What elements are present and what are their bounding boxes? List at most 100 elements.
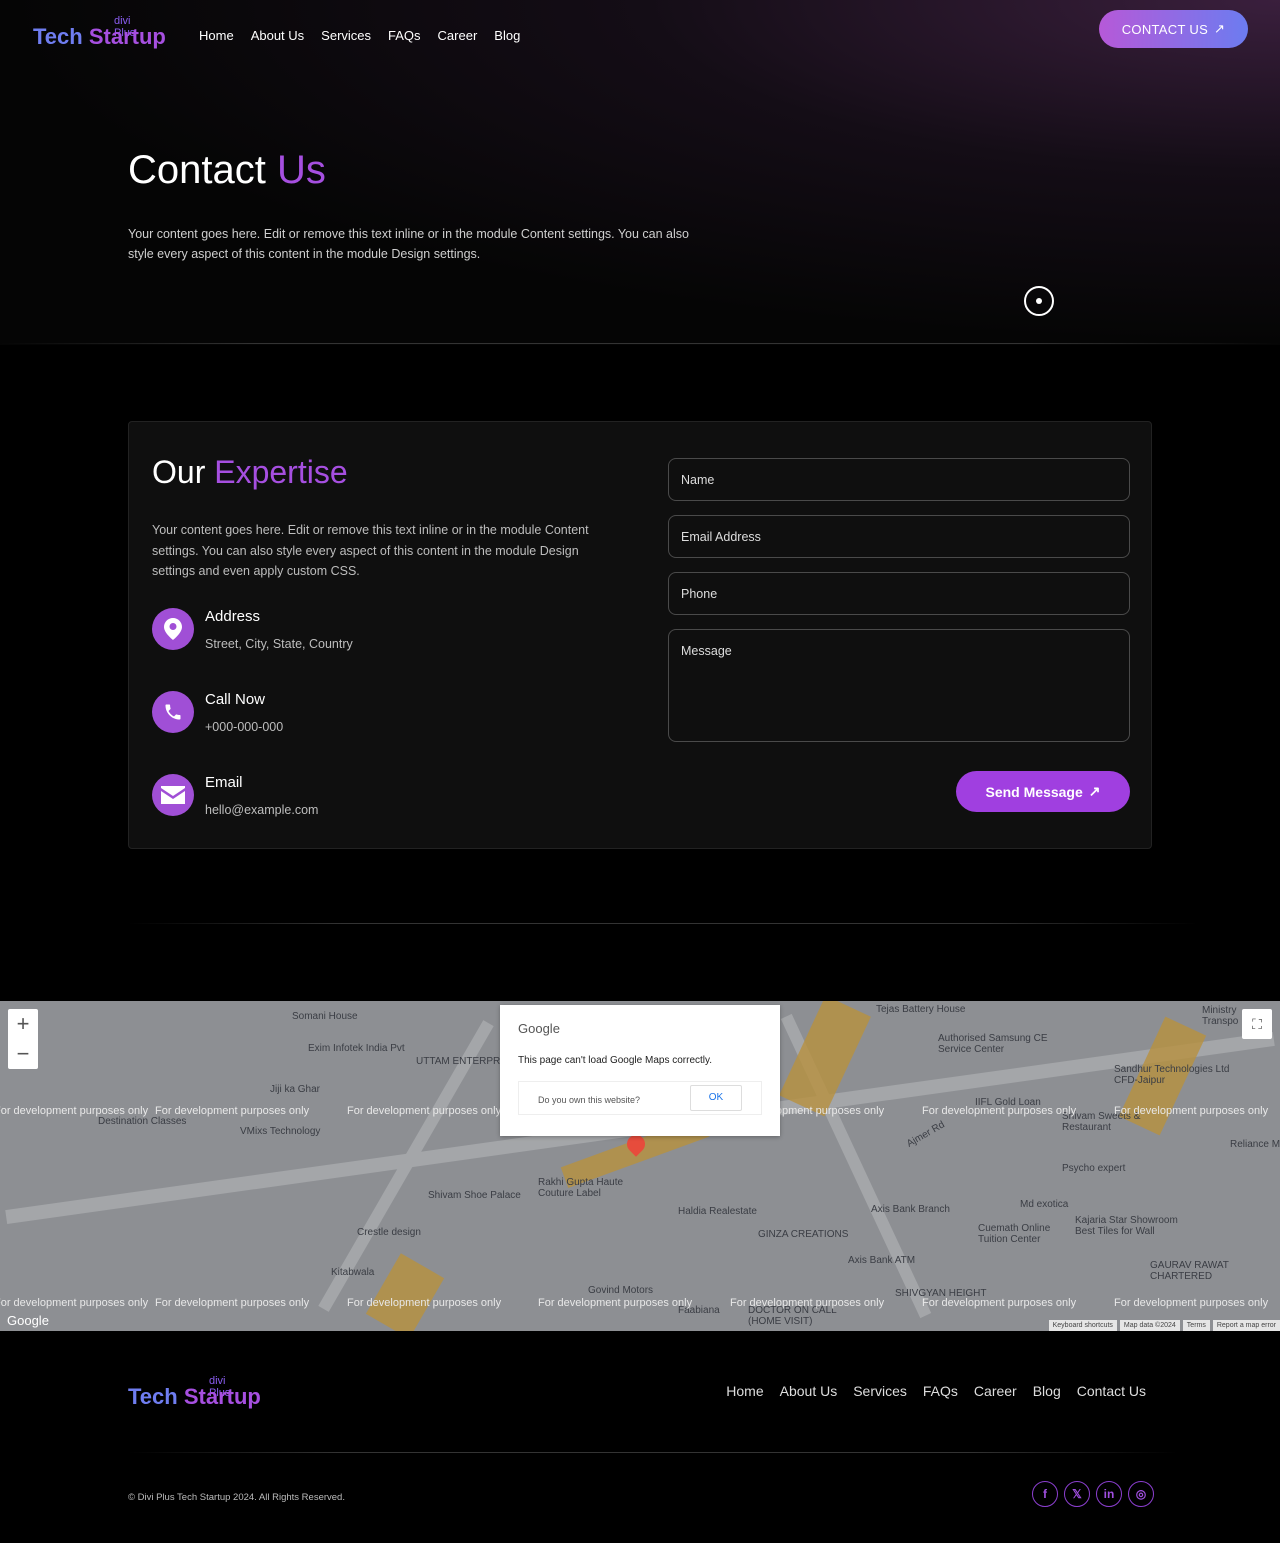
zoom-out-button[interactable]: −: [8, 1039, 38, 1069]
instagram-icon[interactable]: ◎: [1128, 1481, 1154, 1507]
scroll-indicator-icon[interactable]: [1024, 286, 1054, 316]
map-label: Haldia Realestate: [678, 1206, 757, 1217]
logo-text: Tech Startup: [128, 1384, 261, 1410]
dialog-message: This page can't load Google Maps correct…: [518, 1055, 713, 1066]
nav-services[interactable]: Services: [321, 28, 371, 43]
map-label: Psycho expert: [1062, 1163, 1126, 1174]
map-label: Sandhur Technologies Ltd CFD-Jaipur: [1114, 1064, 1230, 1086]
map-label: GAURAV RAWAT CHARTERED: [1150, 1260, 1229, 1282]
x-icon[interactable]: 𝕏: [1064, 1481, 1090, 1507]
info-email: Email hello@example.com: [152, 774, 318, 817]
info-address: Address Street, City, State, Country: [152, 608, 353, 651]
dev-watermark: For development purposes only: [155, 1297, 310, 1309]
logo-text: Tech Startup: [33, 24, 166, 50]
divider: [128, 923, 1198, 924]
map-label: Govind Motors: [588, 1285, 654, 1296]
nav-career[interactable]: Career: [438, 28, 478, 43]
logo-word2: Startup: [88, 24, 166, 49]
dev-watermark: For development purposes only: [922, 1297, 1077, 1309]
title-a: Contact: [128, 148, 266, 192]
nav-about[interactable]: About Us: [251, 28, 304, 43]
envelope-icon: [152, 774, 194, 816]
nav-blog[interactable]: Blog: [494, 28, 520, 43]
map-label: Tejas Battery House: [876, 1004, 966, 1015]
arrow-up-right-icon: ↗: [1214, 21, 1226, 36]
dev-watermark: For development purposes only: [347, 1297, 502, 1309]
google-logo: Google: [7, 1313, 49, 1328]
phone-icon: [152, 691, 194, 733]
dialog-ok-button[interactable]: OK: [690, 1085, 742, 1111]
map-label: Destination Classes: [98, 1116, 187, 1127]
dev-watermark: For development purposes only: [1114, 1105, 1269, 1117]
map-label: VMixs Technology: [240, 1126, 321, 1137]
info-title: Address: [205, 608, 261, 625]
map-label: Somani House: [292, 1011, 358, 1022]
map-label: Axis Bank Branch: [871, 1204, 950, 1215]
info-title: Email: [205, 774, 243, 791]
google-map[interactable]: Somani House Exim Infotek India Pvt UTTA…: [0, 1001, 1280, 1331]
map-label: GINZA CREATIONS: [758, 1229, 849, 1240]
arrow-up-right-icon: ↗: [1088, 783, 1101, 799]
map-label: Rakhi Gupta Haute Couture Label: [538, 1177, 624, 1199]
info-phone: Call Now +000-000-000: [152, 691, 283, 734]
fullscreen-button[interactable]: ⛶: [1242, 1009, 1272, 1039]
dev-watermark: For development purposes only: [0, 1105, 149, 1117]
map-label: Exim Infotek India Pvt: [308, 1043, 405, 1054]
info-sub: +000-000-000: [205, 720, 284, 734]
hero-text: Your content goes here. Edit or remove t…: [128, 227, 689, 261]
map-attribution: Keyboard shortcuts Map data ©2024 Terms …: [1048, 1320, 1280, 1331]
terms-link[interactable]: Terms: [1182, 1320, 1210, 1331]
map-label: Authorised Samsung CE Service Center: [938, 1033, 1048, 1055]
send-label: Send Message: [985, 783, 1083, 800]
logo-word2: Startup: [183, 1384, 261, 1409]
keyboard-shortcuts-link[interactable]: Keyboard shortcuts: [1048, 1320, 1117, 1331]
info-sub: Street, City, State, Country: [205, 637, 353, 651]
email-input[interactable]: Email Address: [668, 515, 1130, 558]
linkedin-icon[interactable]: in: [1096, 1481, 1122, 1507]
page-title: Contact Us: [128, 148, 326, 193]
dev-watermark: For development purposes only: [0, 1297, 149, 1309]
footer-nav: Home About Us Services FAQs Career Blog …: [726, 1383, 1146, 1399]
report-error-link[interactable]: Report a map error: [1212, 1320, 1280, 1331]
social-links: f 𝕏 in ◎: [1032, 1481, 1154, 1507]
contact-us-button[interactable]: CONTACT US ↗: [1099, 10, 1248, 48]
footer-nav-faqs[interactable]: FAQs: [923, 1383, 958, 1399]
map-label: Crestle design: [357, 1227, 421, 1238]
dev-watermark: For development purposes only: [922, 1105, 1077, 1117]
nav-home[interactable]: Home: [199, 28, 234, 43]
zoom-in-button[interactable]: +: [8, 1009, 38, 1039]
map-error-dialog: Google This page can't load Google Maps …: [500, 1005, 780, 1136]
map-label: Axis Bank ATM: [848, 1255, 916, 1266]
map-label: Ajmer Rd: [905, 1119, 947, 1150]
footer-nav-home[interactable]: Home: [726, 1383, 763, 1399]
map-label: Md exotica: [1020, 1199, 1069, 1210]
footer-nav-about[interactable]: About Us: [780, 1383, 838, 1399]
dev-watermark: For development purposes only: [730, 1297, 885, 1309]
map-label: Kitabwala: [331, 1267, 375, 1278]
footer-nav-blog[interactable]: Blog: [1033, 1383, 1061, 1399]
phone-input[interactable]: Phone: [668, 572, 1130, 615]
copyright: © Divi Plus Tech Startup 2024. All Right…: [128, 1492, 345, 1503]
map-label: Jiji ka Ghar: [270, 1084, 321, 1095]
map-label: UTTAM ENTERPR: [416, 1056, 501, 1067]
title-a: Our: [152, 454, 206, 490]
send-message-button[interactable]: Send Message ↗: [956, 771, 1130, 812]
dialog-brand: Google: [518, 1021, 560, 1036]
footer-nav-services[interactable]: Services: [853, 1383, 907, 1399]
map-label: Shivam Shoe Palace: [428, 1190, 521, 1201]
message-textarea[interactable]: Message: [668, 629, 1130, 742]
footer-nav-contact[interactable]: Contact Us: [1077, 1383, 1146, 1399]
title-b: Us: [276, 148, 326, 192]
info-sub: hello@example.com: [205, 803, 319, 817]
map-label: Cuemath Online Tuition Center: [978, 1223, 1051, 1245]
zoom-controls: + −: [8, 1009, 38, 1069]
map-label: Reliance Master Ca: [1230, 1139, 1280, 1150]
footer-nav-career[interactable]: Career: [974, 1383, 1017, 1399]
nav-faqs[interactable]: FAQs: [388, 28, 421, 43]
dev-watermark: For development purposes only: [347, 1105, 502, 1117]
facebook-icon[interactable]: f: [1032, 1481, 1058, 1507]
expertise-title: Our Expertise: [152, 454, 348, 491]
divider: [0, 343, 1280, 344]
name-input[interactable]: Name: [668, 458, 1130, 501]
contact-card: Our Expertise Your content goes here. Ed…: [128, 421, 1152, 849]
